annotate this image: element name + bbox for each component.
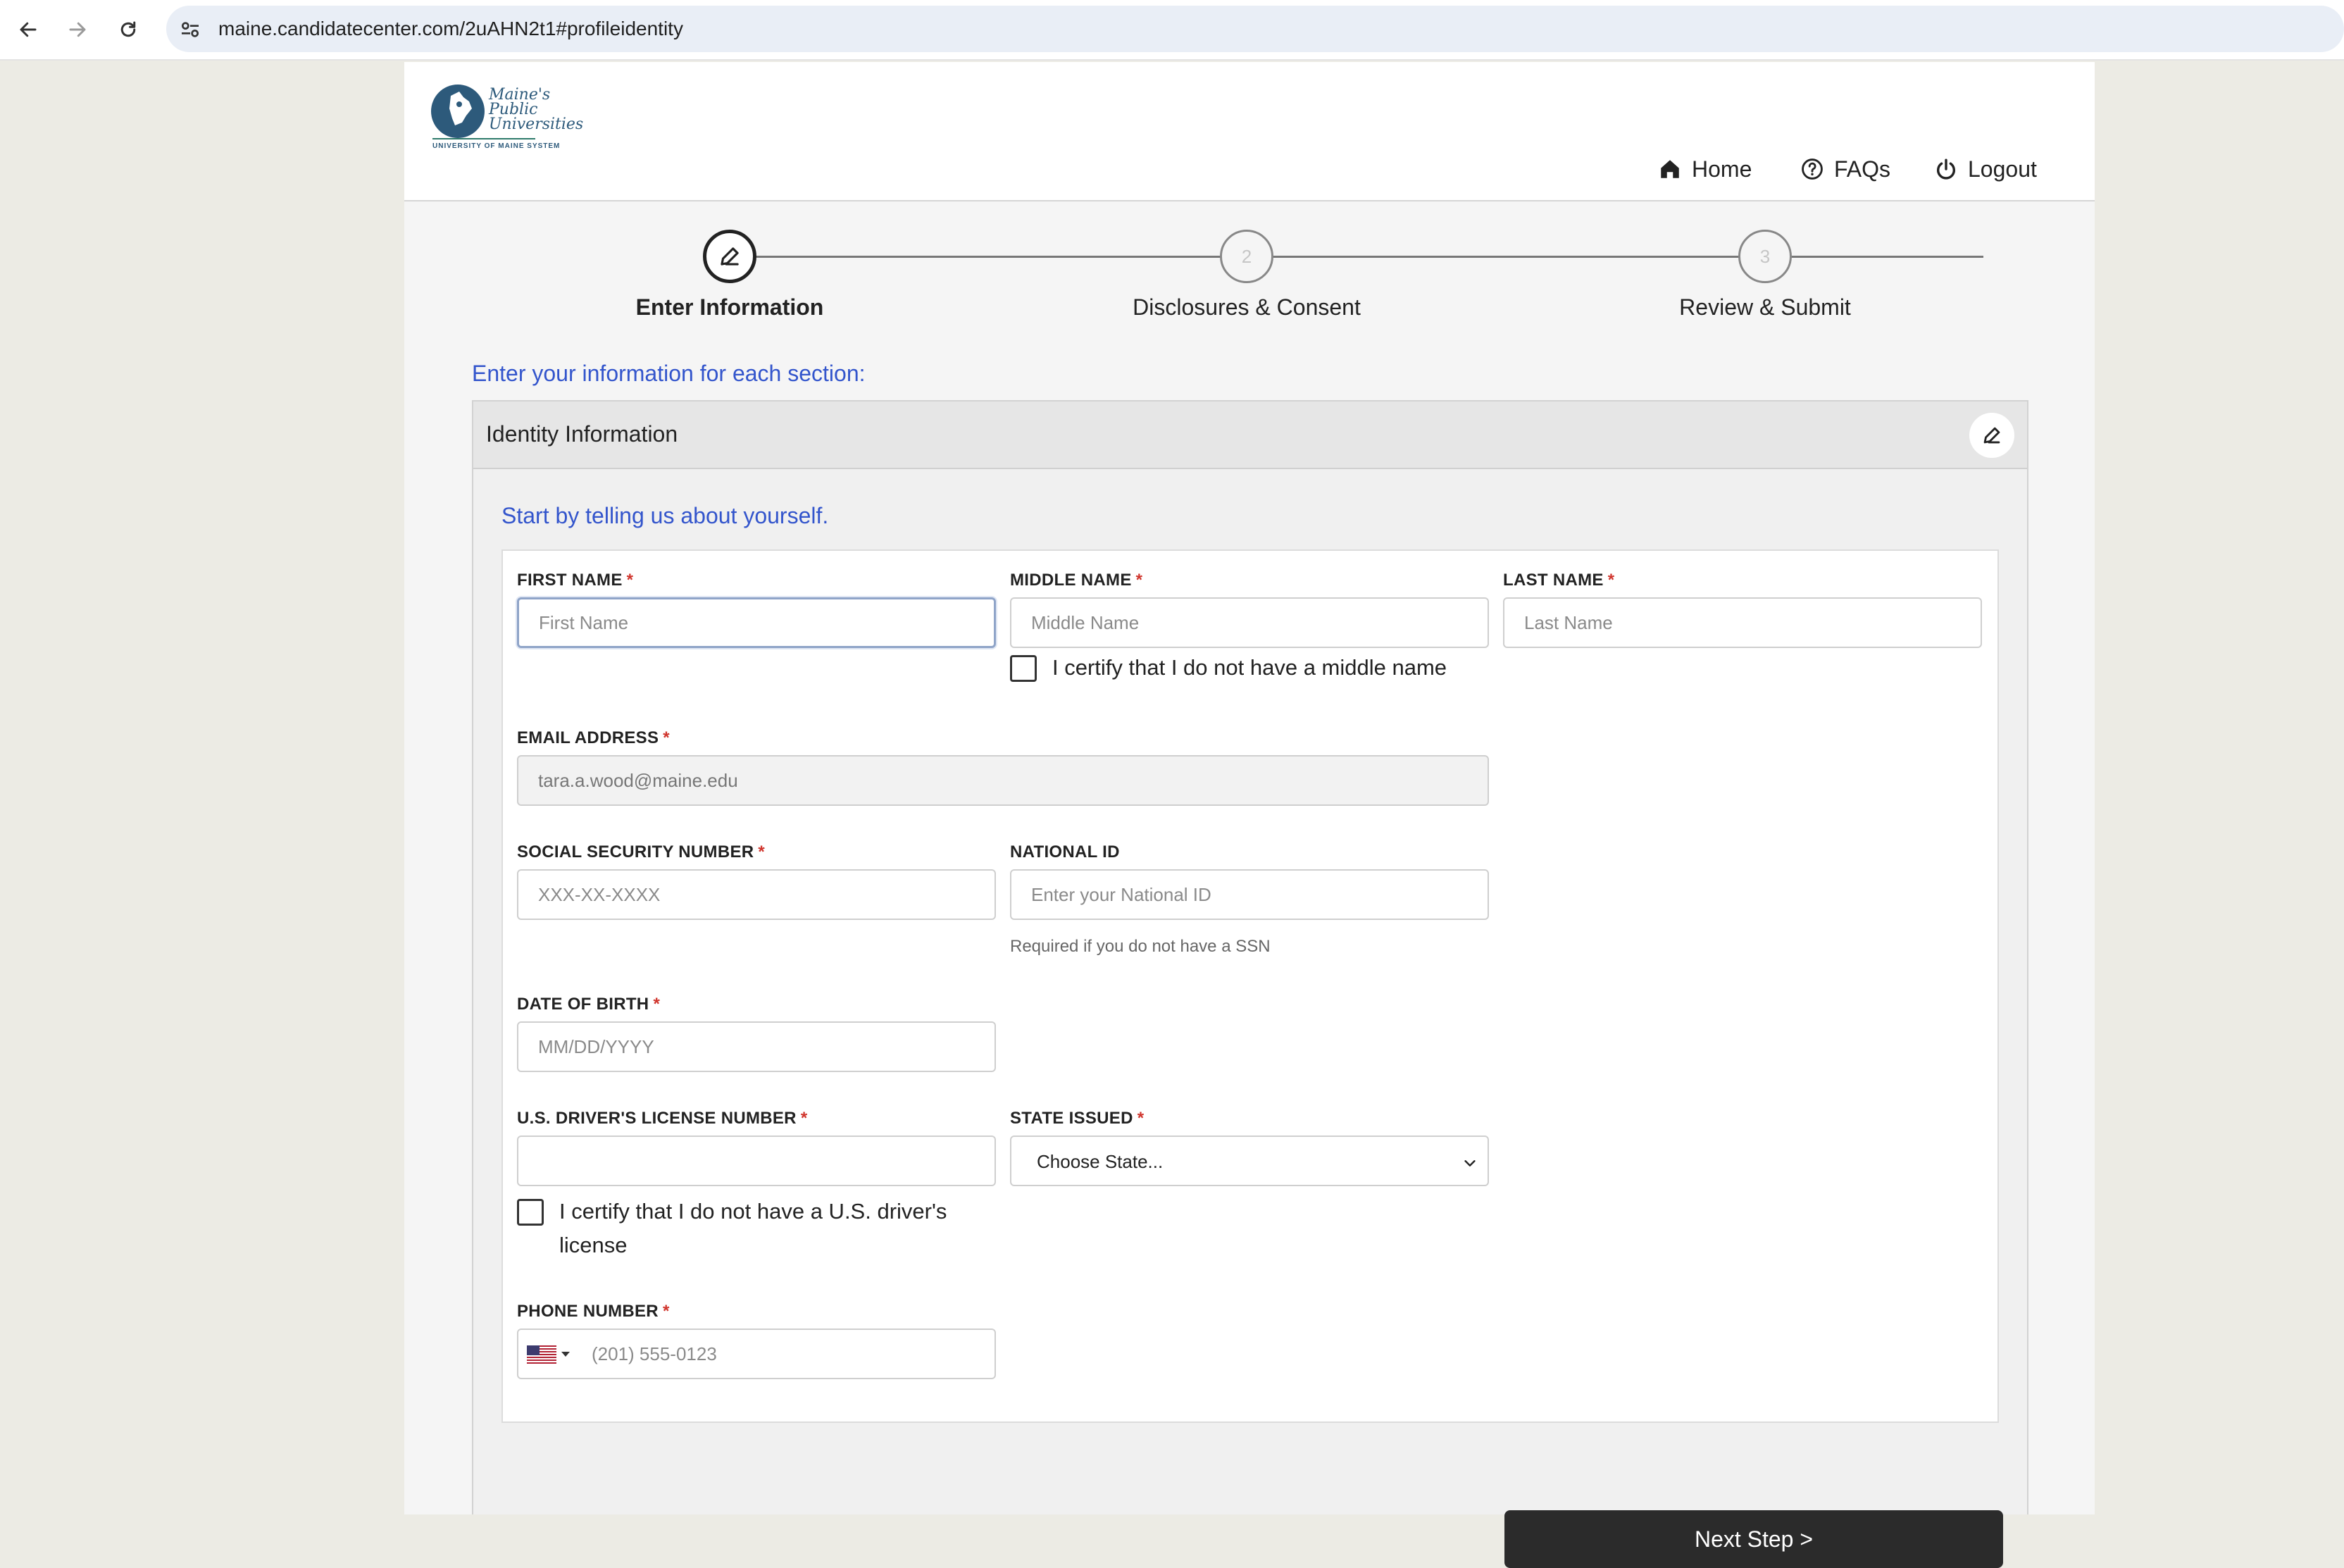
no-middle-name-label[interactable]: I certify that I do not have a middle na…: [1052, 651, 1447, 685]
phone-label-text: PHONE NUMBER: [517, 1302, 659, 1321]
email-input[interactable]: [517, 755, 1489, 806]
site-settings-icon[interactable]: [179, 18, 201, 41]
logo-divider: [432, 138, 535, 139]
logo-line-1: Maine's: [489, 86, 551, 104]
ssn-input[interactable]: [517, 869, 996, 920]
state-select[interactable]: Choose State...: [1010, 1135, 1489, 1186]
identity-panel: Identity Information Start by telling us…: [472, 400, 2028, 1568]
forward-button[interactable]: [63, 15, 92, 44]
arrow-right-icon: [69, 22, 86, 37]
phone-input[interactable]: [517, 1329, 996, 1379]
ssn-label-text: SOCIAL SECURITY NUMBER: [517, 842, 754, 861]
phone-field: [517, 1329, 996, 1379]
no-license-checkbox[interactable]: [517, 1199, 544, 1226]
email-label: EMAIL ADDRESS *: [517, 728, 670, 748]
dob-label: DATE OF BIRTH *: [517, 995, 660, 1014]
step-2-circle: 2: [1220, 230, 1273, 283]
middle-name-label-text: MIDDLE NAME: [1010, 571, 1132, 590]
first-name-input[interactable]: [517, 597, 996, 648]
back-button[interactable]: [14, 15, 42, 44]
stepper-line-0: [758, 256, 1983, 258]
arrow-left-icon: [20, 22, 37, 37]
required-mark: *: [663, 728, 670, 747]
state-issued-label: STATE ISSUED *: [1010, 1109, 1144, 1128]
pencil-icon: [721, 247, 739, 266]
logo-line-2: Public: [489, 101, 538, 118]
license-label: U.S. DRIVER'S LICENSE NUMBER *: [517, 1109, 807, 1128]
panel-header: Identity Information: [473, 402, 2027, 469]
required-mark: *: [653, 995, 661, 1014]
site-header: Maine's Public Universities UNIVERSITY O…: [404, 62, 2095, 201]
no-license-label[interactable]: I certify that I do not have a U.S. driv…: [559, 1195, 947, 1262]
last-name-input[interactable]: [1503, 597, 1982, 648]
caret-down-icon: [561, 1352, 570, 1357]
us-flag-icon: [527, 1345, 556, 1364]
no-license-label-line-1: I certify that I do not have a U.S. driv…: [559, 1199, 947, 1224]
logo-wordmark: Maine's Public Universities: [489, 87, 583, 132]
last-name-label: LAST NAME *: [1503, 571, 1614, 590]
required-mark: *: [758, 842, 766, 861]
required-mark: *: [1135, 571, 1143, 590]
nav-faqs-label: FAQs: [1834, 156, 1891, 182]
reload-icon: [120, 21, 136, 37]
reload-button[interactable]: [114, 15, 142, 44]
dob-input[interactable]: [517, 1021, 996, 1072]
national-id-hint: Required if you do not have a SSN: [1010, 937, 1271, 956]
maine-seal-icon: [431, 85, 485, 138]
first-name-label-text: FIRST NAME: [517, 571, 623, 590]
step-1-circle: [703, 230, 756, 283]
middle-name-label: MIDDLE NAME *: [1010, 571, 1142, 590]
required-mark: *: [1607, 571, 1615, 590]
dob-label-text: DATE OF BIRTH: [517, 995, 649, 1014]
required-mark: *: [626, 571, 634, 590]
nav-home-label: Home: [1692, 156, 1752, 182]
step-2-label: Disclosures & Consent: [1133, 294, 1361, 320]
logo-system-name: UNIVERSITY OF MAINE SYSTEM: [432, 142, 561, 150]
nav-logout[interactable]: Logout: [1934, 155, 2037, 183]
middle-name-input[interactable]: [1010, 597, 1489, 648]
nav-faqs[interactable]: FAQs: [1800, 155, 1890, 183]
chevron-down-icon: [1464, 1160, 1476, 1166]
home-icon: [1661, 160, 1679, 178]
step-3-circle: 3: [1738, 230, 1792, 283]
page-container: Maine's Public Universities UNIVERSITY O…: [404, 62, 2095, 1568]
section-intro: Enter your information for each section:: [472, 361, 866, 386]
identity-form: FIRST NAME* MIDDLE NAME* LAST NAME* I ce…: [501, 549, 1999, 1423]
license-label-text: U.S. DRIVER'S LICENSE NUMBER: [517, 1109, 797, 1128]
required-mark: *: [800, 1109, 808, 1128]
required-mark: *: [1137, 1109, 1145, 1128]
national-id-label: NATIONAL ID: [1010, 842, 1120, 861]
no-license-label-line-2: license: [559, 1233, 628, 1257]
next-step-button[interactable]: Next Step >: [1504, 1510, 2003, 1568]
step-1-label: Enter Information: [635, 294, 824, 320]
edit-section-button[interactable]: [1969, 413, 2014, 458]
state-issued-label-text: STATE ISSUED: [1010, 1109, 1133, 1128]
country-code-selector[interactable]: [527, 1345, 570, 1364]
first-name-label: FIRST NAME *: [517, 571, 633, 590]
phone-label: PHONE NUMBER *: [517, 1302, 670, 1321]
last-name-label-text: LAST NAME: [1503, 571, 1604, 590]
pencil-icon: [1983, 427, 2000, 444]
panel-title: Identity Information: [486, 421, 678, 447]
step-3-label: Review & Submit: [1679, 294, 1851, 320]
national-id-input[interactable]: [1010, 869, 1489, 920]
license-input[interactable]: [517, 1135, 996, 1186]
logo-line-3: Universities: [489, 116, 584, 133]
address-bar[interactable]: maine.candidatecenter.com/2uAHN2t1#profi…: [166, 6, 2344, 52]
power-icon: [1936, 158, 1956, 180]
browser-toolbar: maine.candidatecenter.com/2uAHN2t1#profi…: [0, 0, 2344, 61]
panel-subtitle: Start by telling us about yourself.: [501, 503, 829, 528]
nav-home[interactable]: Home: [1658, 155, 1752, 183]
email-label-text: EMAIL ADDRESS: [517, 728, 659, 747]
nav-logout-label: Logout: [1968, 156, 2037, 182]
ssn-label: SOCIAL SECURITY NUMBER *: [517, 842, 765, 862]
help-circle-icon: [1802, 158, 1823, 180]
url-text[interactable]: maine.candidatecenter.com/2uAHN2t1#profi…: [218, 18, 683, 40]
no-middle-name-checkbox[interactable]: [1010, 655, 1037, 682]
required-mark: *: [662, 1302, 670, 1321]
state-select-value: Choose State...: [1037, 1151, 1164, 1172]
